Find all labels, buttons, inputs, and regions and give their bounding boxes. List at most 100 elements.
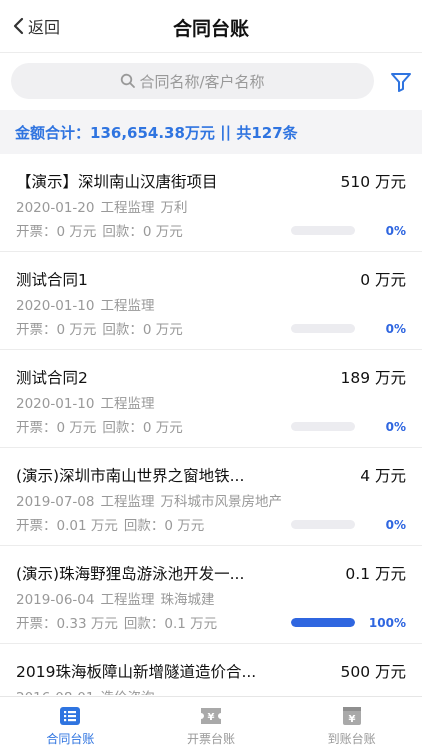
contract-name: (演示)珠海野狸岛游泳池开发一... bbox=[16, 565, 245, 583]
contract-payment-info: 开票：0.01 万元 回款：0 万元 bbox=[16, 514, 210, 534]
contract-type: 造价咨询 bbox=[100, 690, 154, 695]
amount-summary: 金额合计： 136,654.38万元 || 共127条 bbox=[0, 110, 422, 154]
progress-fill bbox=[291, 618, 355, 627]
page-title: 合同台账 bbox=[172, 18, 249, 40]
invoice-label: 开票： bbox=[16, 616, 57, 632]
header-bar: 返回 合同台账 bbox=[0, 0, 422, 52]
received-amount: 0 万元 bbox=[142, 322, 183, 338]
received-label: 回款： bbox=[102, 322, 143, 338]
contract-type: 工程监理 bbox=[100, 396, 155, 412]
contract-client: 万利 bbox=[160, 200, 188, 216]
invoice-label: 开票： bbox=[16, 518, 57, 534]
progress-bar bbox=[291, 618, 355, 627]
progress-bar bbox=[291, 324, 355, 333]
search-icon bbox=[121, 73, 136, 88]
contract-date: 2016-08-01 bbox=[16, 690, 94, 695]
contract-type: 工程监理 bbox=[100, 494, 155, 510]
contract-meta: 2020-01-20 工程监理 万利 bbox=[16, 196, 193, 216]
contract-type: 工程监理 bbox=[100, 200, 155, 216]
contract-item[interactable]: 【演示】深圳南山汉唐街项目 510 万元 2020-01-20 工程监理 万利 开票… bbox=[0, 154, 422, 252]
progress-bar bbox=[291, 226, 355, 235]
contract-item[interactable]: (演示)深圳市南山世界之窗地铁... 4 万元 2019-07-08 工程监理 万科… bbox=[0, 448, 422, 546]
tab-received-ledger[interactable]: ¥ 到账台账 bbox=[281, 697, 422, 750]
contract-name: (演示)深圳市南山世界之窗地铁... bbox=[16, 467, 245, 485]
bottom-tab-bar: 合同台账 ¥ 开票台账 ¥ 到账台账 bbox=[0, 696, 422, 750]
contract-date: 2019-06-04 bbox=[16, 592, 95, 608]
contract-amount: 4 万元 bbox=[360, 467, 406, 485]
contract-meta: 2019-07-08 工程监理 万科城市风景房地产 bbox=[16, 490, 288, 510]
contract-item[interactable]: (演示)珠海野狸岛游泳池开发一... 0.1 万元 2019-06-04 工程监理… bbox=[0, 546, 422, 644]
invoice-amount: 0.33 万元 bbox=[56, 616, 118, 632]
contract-payment-info: 开票：0 万元 回款：0 万元 bbox=[16, 416, 189, 436]
tab-contract-ledger[interactable]: 合同台账 bbox=[0, 697, 141, 750]
received-amount: 0 万元 bbox=[142, 224, 183, 240]
contract-item[interactable]: 2019珠海板障山新增隧道造价合... 500 万元 2016-08-01 造价咨… bbox=[0, 644, 422, 695]
filter-icon[interactable] bbox=[390, 71, 412, 93]
summary-total: 136,654.38万元 bbox=[90, 123, 215, 142]
received-amount: 0.1 万元 bbox=[164, 616, 218, 632]
received-label: 回款： bbox=[102, 420, 143, 436]
progress-percent: 0% bbox=[385, 322, 406, 336]
contract-date: 2020-01-10 bbox=[16, 298, 95, 314]
contract-amount: 189 万元 bbox=[340, 369, 406, 387]
contract-meta: 2020-01-10 工程监理 bbox=[16, 392, 166, 412]
contract-name: 测试合同1 bbox=[16, 271, 88, 289]
progress-bar bbox=[291, 422, 355, 431]
contract-amount: 0 万元 bbox=[360, 271, 406, 289]
received-label: 回款： bbox=[123, 518, 165, 534]
summary-label: 金额合计： bbox=[15, 123, 91, 142]
tab-label: 到账台账 bbox=[327, 732, 376, 746]
contract-type: 工程监理 bbox=[100, 298, 155, 314]
received-payment-icon: ¥ bbox=[340, 705, 364, 727]
contract-date: 2019-07-08 bbox=[16, 494, 95, 510]
contract-name: 【演示】深圳南山汉唐街项目 bbox=[16, 173, 218, 191]
contract-amount: 0.1 万元 bbox=[345, 565, 406, 583]
received-amount: 0 万元 bbox=[142, 420, 183, 436]
contract-meta: 2019-06-04 工程监理 珠海城建 bbox=[16, 588, 220, 608]
contract-amount: 510 万元 bbox=[340, 173, 406, 191]
contract-list-icon bbox=[58, 705, 82, 727]
invoice-amount: 0.01 万元 bbox=[56, 518, 118, 534]
contract-name: 测试合同2 bbox=[16, 369, 88, 387]
search-input[interactable]: 合同名称/客户名称 bbox=[11, 63, 374, 99]
contract-payment-info: 开票：0 万元 回款：0 万元 bbox=[16, 318, 189, 338]
search-bar: 合同名称/客户名称 bbox=[0, 52, 422, 108]
contract-payment-info: 开票：0 万元 回款：0 万元 bbox=[16, 220, 189, 240]
contract-client: 万科城市风景房地产 bbox=[160, 494, 282, 510]
tab-label: 开票台账 bbox=[187, 732, 236, 746]
received-amount: 0 万元 bbox=[164, 518, 205, 534]
invoice-label: 开票： bbox=[16, 322, 57, 338]
contract-meta: 2016-08-01 造价咨询 bbox=[16, 686, 166, 695]
invoice-ticket-icon: ¥ bbox=[199, 705, 223, 727]
invoice-label: 开票： bbox=[16, 420, 57, 436]
progress-percent: 0% bbox=[385, 224, 406, 238]
contract-list: 【演示】深圳南山汉唐街项目 510 万元 2020-01-20 工程监理 万利 开票… bbox=[0, 154, 422, 695]
contract-meta: 2020-01-10 工程监理 bbox=[16, 294, 166, 314]
progress-bar bbox=[291, 520, 355, 529]
contract-name: 2019珠海板障山新增隧道造价合... bbox=[16, 663, 257, 681]
contract-client: 珠海城建 bbox=[160, 592, 215, 608]
received-label: 回款： bbox=[123, 616, 165, 632]
received-label: 回款： bbox=[102, 224, 143, 240]
contract-date: 2020-01-20 bbox=[16, 200, 95, 216]
summary-separator: || bbox=[214, 123, 237, 141]
contract-payment-info: 开票：0.33 万元 回款：0.1 万元 bbox=[16, 612, 223, 632]
contract-item[interactable]: 测试合同1 0 万元 2020-01-10 工程监理 开票：0 万元 回款：0 万元… bbox=[0, 252, 422, 350]
progress-percent: 0% bbox=[385, 518, 406, 532]
tab-label: 合同台账 bbox=[46, 732, 95, 746]
progress-percent: 0% bbox=[385, 420, 406, 434]
invoice-label: 开票： bbox=[16, 224, 57, 240]
svg-text:¥: ¥ bbox=[348, 714, 355, 725]
invoice-amount: 0 万元 bbox=[56, 224, 97, 240]
contract-type: 工程监理 bbox=[100, 592, 155, 608]
contract-date: 2020-01-10 bbox=[16, 396, 95, 412]
search-placeholder: 合同名称/客户名称 bbox=[139, 72, 265, 91]
progress-percent: 100% bbox=[368, 616, 406, 630]
contract-item[interactable]: 测试合同2 189 万元 2020-01-10 工程监理 开票：0 万元 回款：0 … bbox=[0, 350, 422, 448]
summary-count: 共127条 bbox=[236, 123, 298, 142]
svg-text:¥: ¥ bbox=[208, 712, 215, 723]
invoice-amount: 0 万元 bbox=[56, 420, 97, 436]
tab-invoice-ledger[interactable]: ¥ 开票台账 bbox=[141, 697, 282, 750]
contract-amount: 500 万元 bbox=[340, 663, 406, 681]
invoice-amount: 0 万元 bbox=[56, 322, 97, 338]
